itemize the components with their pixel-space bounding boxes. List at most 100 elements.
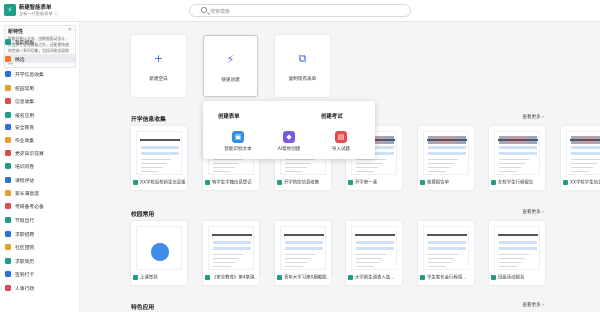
sidebar-item-label: 作业收集	[15, 138, 35, 144]
category-icon	[5, 84, 11, 91]
template-preview	[280, 226, 326, 270]
template-card[interactable]: 上课签到	[131, 221, 187, 285]
category-icon	[5, 270, 11, 277]
option-label: 导入试题	[332, 147, 350, 152]
template-card[interactable]: 班级活动报名	[489, 221, 545, 285]
template-title: 青年大学习第X期截图...	[284, 275, 329, 281]
category-icon	[5, 111, 11, 118]
template-title: 开学防控信息收集	[284, 180, 320, 186]
sidebar-item[interactable]: 节假出行	[3, 215, 75, 224]
category-icon	[5, 149, 11, 156]
lightning-icon: ⚡	[226, 53, 235, 66]
sidebar-item[interactable]: 信息收集	[3, 96, 75, 105]
search-input[interactable]: 搜索模板	[189, 4, 411, 17]
sidebar-item[interactable]: 开学信息收集	[3, 69, 75, 78]
sidebar: 新特性 ✕ 智能问卷以业务，由数据驱动设计，在提供专业化模板之外，还能更快速地完…	[0, 22, 80, 312]
sidebar-item[interactable]: 课程评估	[3, 175, 75, 184]
app-subtitle: 全新一代智能表单 ⓘ	[19, 11, 59, 16]
create-blank-card[interactable]: + 新建空白	[131, 35, 186, 97]
category-icon	[5, 176, 11, 183]
category-icon	[5, 284, 11, 291]
category-icon	[5, 162, 11, 169]
template-title: 班级活动报名	[498, 275, 525, 281]
ai-create-option[interactable]: ◆ AI帮你创建	[269, 131, 309, 152]
sidebar-item[interactable]: 报名应用	[3, 110, 75, 119]
sidebar-item[interactable]: 求职招聘	[3, 229, 75, 238]
category-icon	[5, 257, 11, 264]
template-card[interactable]: 青年大学习第X期截图...	[275, 221, 331, 285]
sidebar-item[interactable]: 党史知识竞赛	[3, 148, 75, 157]
create-blank-label: 新建空白	[149, 77, 168, 82]
template-preview	[566, 131, 600, 175]
import-questions-option[interactable]: ▤ 导入试题	[321, 131, 361, 152]
option-label: AI帮你创建	[277, 147, 301, 152]
option-label: 智能识别文本	[224, 147, 252, 152]
template-card[interactable]: 学生家长会行程调...	[418, 221, 474, 285]
smart-text-option[interactable]: ▣ 智能识别文本	[218, 131, 258, 152]
copy-form-card[interactable]: ⧉ 复制现有表单	[275, 35, 330, 97]
form-icon	[491, 180, 496, 185]
template-card[interactable]: 收费报告单	[418, 126, 474, 190]
sidebar-item[interactable]: 人事行政	[3, 283, 75, 292]
sidebar-item[interactable]: 精选	[3, 54, 75, 63]
template-preview	[136, 131, 182, 175]
view-more-link[interactable]: 查看更多 ›	[522, 302, 544, 308]
sidebar-item[interactable]: 家长满意度	[3, 188, 75, 197]
search-icon	[201, 7, 207, 13]
form-icon	[348, 275, 353, 280]
sidebar-item-label: 报名应用	[15, 113, 35, 119]
template-card[interactable]: XX学校学生信息登记...	[561, 126, 600, 190]
template-label: 收费报告单	[420, 179, 472, 188]
template-label: 在校学生行程报告	[491, 179, 543, 188]
category-icon	[5, 123, 11, 130]
sidebar-item[interactable]: 校园常用	[3, 83, 75, 92]
sidebar-item[interactable]: 社区团购	[3, 242, 75, 251]
sidebar-item-label: 开学信息收集	[15, 72, 44, 78]
template-label: 大学新生调查入选...	[348, 274, 400, 283]
form-icon	[205, 275, 210, 280]
close-icon[interactable]: ✕	[68, 27, 72, 33]
app-title: 新建智能表单	[19, 5, 52, 11]
quick-create-label: 快速创建	[221, 78, 240, 83]
copy-form-label: 复制现有表单	[288, 77, 317, 82]
category-icon	[5, 189, 11, 196]
view-more-link[interactable]: 查看更多 ›	[522, 114, 544, 120]
sidebar-item-label: 人事行政	[15, 286, 35, 292]
sidebar-item-label: 课程评估	[15, 178, 35, 184]
template-card[interactable]: 《安全教育》第4章课...	[203, 221, 259, 285]
sidebar-item[interactable]: 作业收集	[3, 135, 75, 144]
sidebar-item[interactable]: 安全教育	[3, 122, 75, 131]
template-preview	[136, 226, 182, 270]
template-label: 《安全教育》第4章课...	[205, 274, 257, 283]
sidebar-item[interactable]: 考研备考必备	[3, 201, 75, 210]
create-exam-heading: 创建考试	[321, 114, 343, 120]
sidebar-item[interactable]: 培训问卷	[3, 161, 75, 170]
template-label: 开学第一课	[348, 179, 400, 188]
category-icon	[5, 216, 11, 223]
quick-create-card[interactable]: ⚡ 快速创建	[203, 35, 258, 97]
category-icon	[5, 230, 11, 237]
sidebar-item[interactable]: 签到打卡	[3, 269, 75, 278]
form-icon	[133, 180, 138, 185]
form-icon	[420, 180, 425, 185]
template-preview	[208, 226, 254, 270]
sidebar-item-label: 培训问卷	[15, 164, 35, 170]
sidebar-item[interactable]: 求职简历	[3, 256, 75, 265]
plus-icon: +	[153, 52, 164, 65]
sidebar-item[interactable]: 我的模板	[3, 37, 75, 46]
sidebar-item-label: 我的模板	[15, 40, 35, 46]
section-title: 校园常用	[131, 212, 155, 218]
template-title: XX学校返校新生信息报...	[140, 180, 185, 186]
category-icon	[5, 243, 11, 250]
template-label: 青年大学习第X期截图...	[277, 274, 329, 283]
app-logo-icon: ⚡	[4, 4, 16, 16]
form-icon	[348, 180, 353, 185]
template-title: 收费报告单	[427, 180, 449, 186]
template-card[interactable]: 在校学生行程报告	[489, 126, 545, 190]
template-card[interactable]: XX学校返校新生信息报...	[131, 126, 187, 190]
create-form-heading: 创建表单	[218, 114, 240, 120]
template-card[interactable]: 大学新生调查入选...	[346, 221, 402, 285]
view-more-link[interactable]: 查看更多 ›	[522, 209, 544, 215]
form-icon	[563, 180, 568, 185]
section-title: 特色应用	[131, 305, 155, 311]
